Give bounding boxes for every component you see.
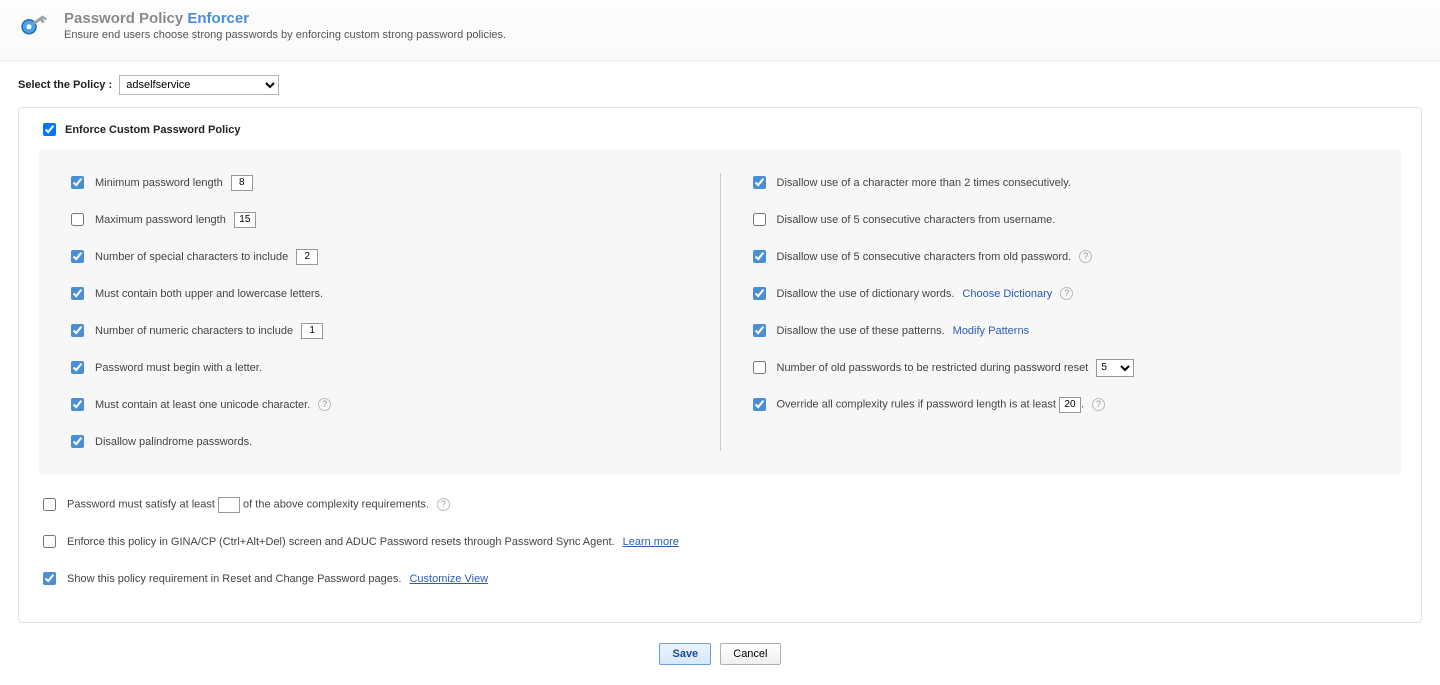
max-length-checkbox[interactable] (71, 213, 84, 226)
consec-username-checkbox[interactable] (753, 213, 766, 226)
numeric-chars-label: Number of numeric characters to include (95, 325, 293, 337)
enforce-checkbox[interactable] (43, 123, 56, 136)
policy-select[interactable]: adselfservice (119, 75, 279, 95)
showreq-label: Show this policy requirement in Reset an… (67, 573, 401, 585)
enforce-label: Enforce Custom Password Policy (65, 124, 240, 136)
max-length-input[interactable] (234, 212, 256, 228)
override-label-pre: Override all complexity rules if passwor… (777, 398, 1059, 410)
page-header: Password Policy Enforcer Ensure end user… (0, 0, 1440, 61)
satisfy-checkbox[interactable] (43, 498, 56, 511)
old-pwd-count-select[interactable]: 5 (1096, 359, 1134, 377)
numeric-chars-input[interactable] (301, 323, 323, 339)
satisfy-label-pre: Password must satisfy at least (67, 498, 218, 510)
old-pwd-count-label: Number of old passwords to be restricted… (777, 362, 1089, 374)
page-subtitle: Ensure end users choose strong passwords… (64, 29, 506, 41)
consec-oldpwd-checkbox[interactable] (753, 250, 766, 263)
help-icon[interactable]: ? (1060, 287, 1073, 300)
patterns-checkbox[interactable] (753, 324, 766, 337)
palindrome-checkbox[interactable] (71, 435, 84, 448)
satisfy-label-post: of the above complexity requirements. (240, 498, 429, 510)
help-icon[interactable]: ? (1079, 250, 1092, 263)
choose-dictionary-link[interactable]: Choose Dictionary (962, 288, 1052, 300)
modify-patterns-link[interactable]: Modify Patterns (953, 325, 1029, 337)
policy-panel: Enforce Custom Password Policy Minimum p… (18, 107, 1422, 623)
rules-left-column: Minimum password length Maximum password… (67, 173, 692, 451)
special-chars-label: Number of special characters to include (95, 251, 288, 263)
gina-label: Enforce this policy in GINA/CP (Ctrl+Alt… (67, 536, 615, 548)
rules-box: Minimum password length Maximum password… (39, 149, 1401, 475)
consec-char-label: Disallow use of a character more than 2 … (777, 177, 1071, 189)
max-length-label: Maximum password length (95, 214, 226, 226)
cancel-button[interactable]: Cancel (720, 643, 780, 665)
numeric-chars-checkbox[interactable] (71, 324, 84, 337)
unicode-label: Must contain at least one unicode charac… (95, 399, 310, 411)
rules-right-column: Disallow use of a character more than 2 … (749, 173, 1374, 451)
satisfy-count-input[interactable] (218, 497, 240, 513)
begin-letter-label: Password must begin with a letter. (95, 362, 262, 374)
override-length-input[interactable] (1059, 397, 1081, 413)
override-checkbox[interactable] (753, 398, 766, 411)
override-label-post: . (1081, 398, 1084, 410)
special-chars-checkbox[interactable] (71, 250, 84, 263)
old-pwd-count-checkbox[interactable] (753, 361, 766, 374)
key-icon (18, 10, 54, 46)
gina-checkbox[interactable] (43, 535, 56, 548)
patterns-label: Disallow the use of these patterns. (777, 325, 945, 337)
palindrome-label: Disallow palindrome passwords. (95, 436, 252, 448)
consec-char-checkbox[interactable] (753, 176, 766, 189)
consec-oldpwd-label: Disallow use of 5 consecutive characters… (777, 251, 1072, 263)
customize-view-link[interactable]: Customize View (409, 573, 488, 585)
dictionary-checkbox[interactable] (753, 287, 766, 300)
min-length-label: Minimum password length (95, 177, 223, 189)
upper-lower-checkbox[interactable] (71, 287, 84, 300)
dictionary-label: Disallow the use of dictionary words. (777, 288, 955, 300)
special-chars-input[interactable] (296, 249, 318, 265)
learn-more-link[interactable]: Learn more (623, 536, 679, 548)
column-separator (720, 173, 721, 451)
help-icon[interactable]: ? (1092, 398, 1105, 411)
unicode-checkbox[interactable] (71, 398, 84, 411)
min-length-checkbox[interactable] (71, 176, 84, 189)
policy-selector-row: Select the Policy : adselfservice (0, 61, 1440, 101)
save-button[interactable]: Save (659, 643, 711, 665)
page-title: Password Policy Enforcer (64, 10, 506, 27)
showreq-checkbox[interactable] (43, 572, 56, 585)
consec-username-label: Disallow use of 5 consecutive characters… (777, 214, 1056, 226)
below-rules: Password must satisfy at least of the ab… (39, 495, 1401, 588)
help-icon[interactable]: ? (318, 398, 331, 411)
upper-lower-label: Must contain both upper and lowercase le… (95, 288, 323, 300)
policy-selector-label: Select the Policy : (18, 79, 112, 91)
button-bar: Save Cancel (0, 633, 1440, 685)
help-icon[interactable]: ? (437, 498, 450, 511)
min-length-input[interactable] (231, 175, 253, 191)
begin-letter-checkbox[interactable] (71, 361, 84, 374)
